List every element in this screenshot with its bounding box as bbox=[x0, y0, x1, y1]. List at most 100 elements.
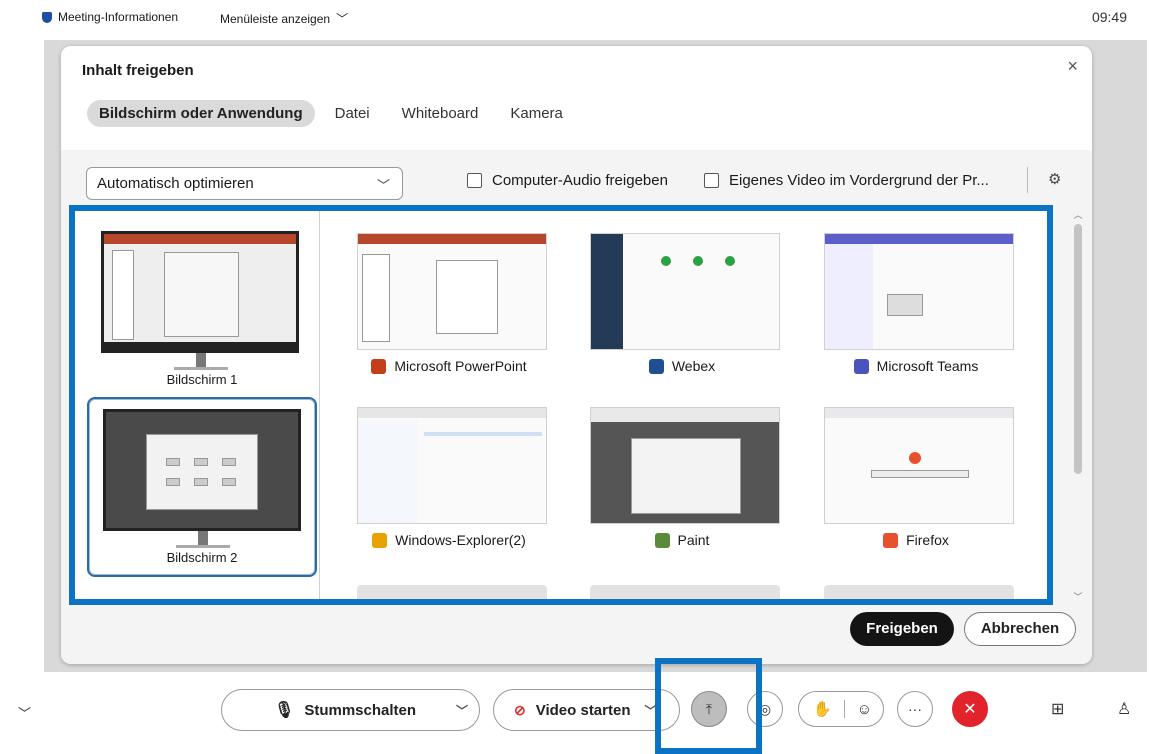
webex-icon bbox=[648, 358, 664, 374]
share-button-highlight bbox=[655, 658, 762, 754]
screen-2-option[interactable]: Bildschirm 2 bbox=[87, 397, 317, 577]
tab-whiteboard[interactable]: Whiteboard bbox=[390, 100, 491, 127]
checkbox-box[interactable] bbox=[467, 173, 482, 188]
screen-2-label: Bildschirm 2 bbox=[166, 550, 238, 565]
meeting-info-button[interactable]: Meeting-Informationen bbox=[42, 10, 178, 24]
emoji-icon[interactable]: ☺ bbox=[857, 701, 872, 718]
app-webex[interactable]: Webex bbox=[582, 233, 782, 403]
mute-label: Stummschalten bbox=[304, 701, 417, 719]
explorer-thumbnail bbox=[357, 407, 547, 524]
folder-tree bbox=[358, 420, 418, 523]
end-call-button[interactable]: ✕ bbox=[952, 691, 988, 727]
checkbox-box[interactable] bbox=[704, 173, 719, 188]
app-label-text: Paint bbox=[677, 532, 710, 548]
close-icon[interactable]: × bbox=[1067, 56, 1078, 77]
app-explorer[interactable]: Windows-Explorer(2) bbox=[349, 407, 549, 577]
dialog-body: Automatisch optimieren ﹀ Computer-Audio … bbox=[61, 150, 1092, 664]
app-placeholder[interactable] bbox=[357, 585, 547, 599]
mini-tile bbox=[222, 478, 236, 486]
app-placeholder[interactable] bbox=[824, 585, 1014, 599]
apps-icon[interactable]: ⊞ bbox=[1051, 699, 1064, 719]
grid-scrollbar[interactable]: ︿ ﹀ bbox=[1071, 208, 1085, 603]
share-computer-audio-checkbox[interactable]: Computer-Audio freigeben bbox=[467, 172, 668, 189]
screen-1-option[interactable]: Bildschirm 1 bbox=[87, 221, 317, 401]
teams-thumbnail bbox=[824, 233, 1014, 350]
app-placeholder[interactable] bbox=[590, 585, 780, 599]
canvas-window bbox=[631, 438, 741, 514]
shield-icon bbox=[42, 11, 52, 23]
app-firefox[interactable]: Firefox bbox=[816, 407, 1016, 577]
slide-canvas bbox=[164, 252, 239, 337]
show-menubar-button[interactable]: Menüleiste anzeigen ﹀ bbox=[220, 10, 348, 27]
gear-icon[interactable]: ⚙ bbox=[1048, 170, 1061, 188]
dialog-window bbox=[146, 434, 258, 510]
dialog-header: Inhalt freigeben × Bildschirm oder Anwen… bbox=[61, 46, 1092, 150]
tab-camera[interactable]: Kamera bbox=[498, 100, 575, 127]
monitor-base bbox=[176, 545, 230, 548]
firefox-thumbnail bbox=[824, 407, 1014, 524]
chevron-down-icon[interactable]: ﹀ bbox=[18, 703, 31, 722]
tab-file[interactable]: Datei bbox=[323, 100, 382, 127]
app-teams[interactable]: Microsoft Teams bbox=[816, 233, 1016, 403]
close-icon: ✕ bbox=[963, 701, 977, 718]
app-powerpoint-label: Microsoft PowerPoint bbox=[349, 358, 549, 374]
share-source-grid: Bildschirm 1 Bildschirm 2 Microsoft Powe… bbox=[69, 205, 1053, 605]
optimize-select[interactable]: Automatisch optimieren ﹀ bbox=[86, 167, 403, 200]
clock: 09:49 bbox=[1091, 9, 1127, 25]
participants-icon[interactable]: ♙ bbox=[1117, 699, 1131, 719]
teams-icon bbox=[853, 358, 869, 374]
scroll-down-icon[interactable]: ﹀ bbox=[1071, 590, 1085, 603]
own-video-foreground-checkbox[interactable]: Eigenes Video im Vordergrund der Pr... bbox=[704, 172, 989, 189]
tab-screen-or-application[interactable]: Bildschirm oder Anwendung bbox=[87, 100, 315, 127]
slide-panel bbox=[112, 250, 134, 340]
video-off-icon: ⊘ bbox=[514, 701, 526, 718]
app-paint[interactable]: Paint bbox=[582, 407, 782, 577]
app-teams-label: Microsoft Teams bbox=[816, 358, 1016, 374]
status-dot bbox=[661, 256, 671, 266]
app-paint-label: Paint bbox=[582, 532, 782, 548]
more-options-button[interactable]: ··· bbox=[897, 691, 933, 727]
start-video-button[interactable]: ⊘ Video starten ﹀ bbox=[493, 689, 680, 731]
app-powerpoint[interactable]: Microsoft PowerPoint bbox=[349, 233, 549, 403]
mini-tile bbox=[166, 478, 180, 486]
microphone-icon: 🎙 bbox=[274, 702, 295, 719]
window-titlebar bbox=[825, 234, 1013, 244]
app-label-text: Webex bbox=[671, 358, 716, 374]
app-label-text: Windows-Explorer(2) bbox=[395, 532, 526, 548]
monitor-stand bbox=[196, 353, 206, 367]
screen-1-label: Bildschirm 1 bbox=[166, 372, 238, 387]
share-button[interactable]: Freigeben bbox=[850, 612, 954, 646]
powerpoint-icon bbox=[371, 358, 387, 374]
app-label-text: Microsoft PowerPoint bbox=[394, 358, 527, 374]
slide-panel bbox=[362, 254, 390, 342]
mini-tile bbox=[194, 478, 208, 486]
cancel-button[interactable]: Abbrechen bbox=[964, 612, 1076, 646]
search-box bbox=[871, 470, 969, 478]
window-titlebar bbox=[104, 234, 296, 244]
taskbar bbox=[104, 342, 296, 350]
ellipsis-icon: ··· bbox=[908, 701, 922, 717]
mute-button[interactable]: 🎙 Stummschalten ﹀ bbox=[221, 689, 480, 731]
chevron-down-icon: ﹀ bbox=[336, 12, 349, 26]
powerpoint-thumbnail bbox=[357, 233, 547, 350]
status-dot bbox=[725, 256, 735, 266]
webex-thumbnail bbox=[590, 233, 780, 350]
app-webex-label: Webex bbox=[582, 358, 782, 374]
paint-thumbnail bbox=[590, 407, 780, 524]
file-row bbox=[424, 432, 542, 436]
divider bbox=[1027, 167, 1028, 193]
share-content-dialog: Inhalt freigeben × Bildschirm oder Anwen… bbox=[61, 46, 1092, 664]
divider bbox=[843, 700, 845, 718]
show-menubar-label: Menüleiste anzeigen bbox=[220, 11, 331, 26]
sidebar bbox=[591, 234, 623, 349]
dialog-title: Inhalt freigeben bbox=[82, 62, 194, 79]
scroll-up-icon[interactable]: ︿ bbox=[1071, 208, 1085, 221]
scrollbar-thumb[interactable] bbox=[1074, 224, 1082, 474]
window-titlebar bbox=[825, 408, 1013, 418]
reactions-group: ✋ ☺ bbox=[798, 691, 884, 727]
chevron-down-icon[interactable]: ﹀ bbox=[456, 702, 468, 719]
share-tabs: Bildschirm oder Anwendung Datei Whiteboa… bbox=[87, 100, 575, 127]
firefox-icon bbox=[883, 532, 899, 548]
raise-hand-icon[interactable]: ✋ bbox=[813, 700, 832, 718]
window-titlebar bbox=[358, 408, 546, 418]
